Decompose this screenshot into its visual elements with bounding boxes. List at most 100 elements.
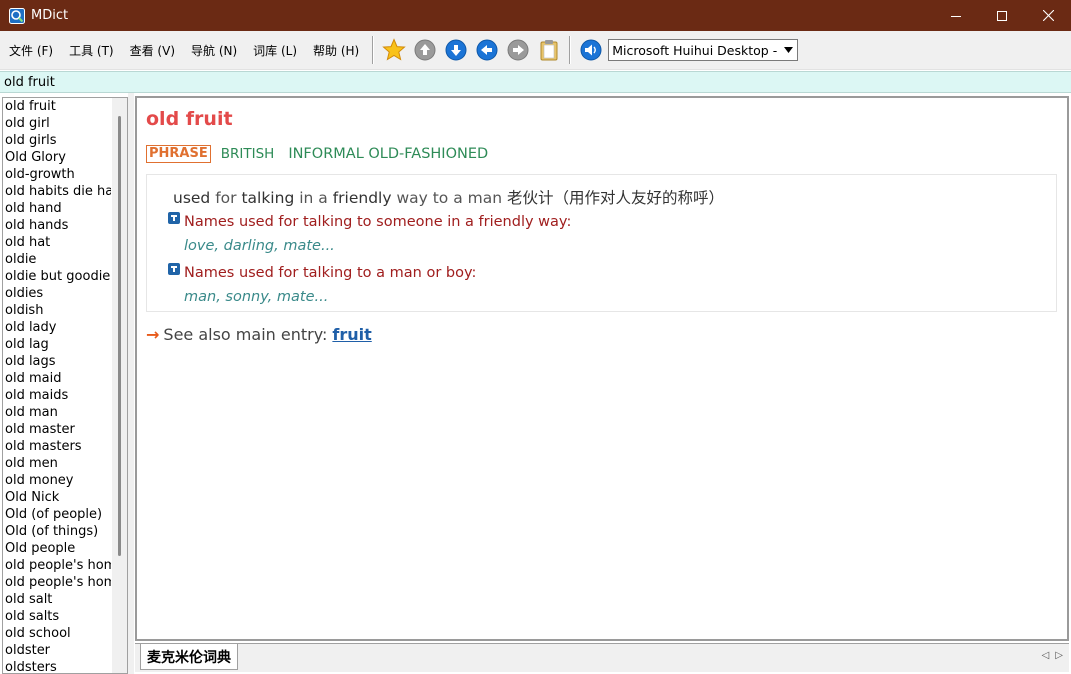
- definition-word[interactable]: in a: [294, 189, 332, 207]
- tab-next-icon[interactable]: ▷: [1055, 650, 1063, 661]
- entry-tags: PHRASE BRITISH INFORMAL OLD-FASHIONED: [146, 145, 488, 163]
- menu-view[interactable]: 查看 (V): [122, 39, 183, 61]
- definition-word[interactable]: used: [173, 189, 210, 207]
- clipboard-button[interactable]: [536, 37, 562, 63]
- word-list-item[interactable]: old masters: [3, 438, 111, 455]
- maximize-button[interactable]: [979, 0, 1025, 31]
- word-list-item[interactable]: oldster: [3, 642, 111, 659]
- arrow-right-icon: →: [146, 325, 160, 344]
- subsense-definition: Names used for talking to a man or boy:: [184, 265, 477, 281]
- word-list-item[interactable]: old salt: [3, 591, 111, 608]
- word-list-item[interactable]: Old (of people): [3, 506, 111, 523]
- word-list-scrollbar[interactable]: [112, 98, 127, 673]
- tab-navigation: ◁ ▷: [1042, 650, 1063, 661]
- word-list-item[interactable]: old hat: [3, 234, 111, 251]
- chevron-down-icon[interactable]: [779, 40, 798, 60]
- subsense-definition: Names used for talking to someone in a f…: [184, 214, 572, 230]
- back-button[interactable]: [474, 37, 500, 63]
- title-bar: MDict: [0, 0, 1071, 31]
- word-list-item[interactable]: old girls: [3, 132, 111, 149]
- toolbar-separator: [372, 36, 375, 64]
- speak-button[interactable]: [578, 37, 604, 63]
- word-list-item[interactable]: old maid: [3, 370, 111, 387]
- word-list-item[interactable]: Old (of things): [3, 523, 111, 540]
- definition-word[interactable]: friendly: [333, 189, 392, 207]
- word-list-item[interactable]: old hand: [3, 200, 111, 217]
- menu-help[interactable]: 帮助 (H): [305, 39, 367, 61]
- close-button[interactable]: [1025, 0, 1071, 31]
- menu-navigate[interactable]: 导航 (N): [183, 39, 245, 61]
- word-list-item[interactable]: old lady: [3, 319, 111, 336]
- word-list-item[interactable]: Old Glory: [3, 149, 111, 166]
- word-list-item[interactable]: old people's home: [3, 557, 111, 574]
- word-list-item[interactable]: oldish: [3, 302, 111, 319]
- word-list-item[interactable]: old money: [3, 472, 111, 489]
- word-list-item[interactable]: old maids: [3, 387, 111, 404]
- arrow-right-icon: [507, 39, 529, 61]
- word-list-item[interactable]: oldie: [3, 251, 111, 268]
- entry-headword: old fruit: [146, 108, 233, 130]
- see-also-label: See also main entry:: [163, 325, 328, 344]
- voice-select[interactable]: Microsoft Huihui Desktop - Chinese (Simp…: [608, 39, 799, 61]
- tab-prev-icon[interactable]: ◁: [1042, 650, 1050, 661]
- word-list-item[interactable]: oldies: [3, 285, 111, 302]
- word-list-item[interactable]: old-growth: [3, 166, 111, 183]
- word-list-item[interactable]: old lag: [3, 336, 111, 353]
- previous-entry-button[interactable]: [412, 37, 438, 63]
- region-tag: BRITISH: [220, 146, 275, 162]
- search-bar: [0, 71, 1071, 93]
- word-list-item[interactable]: old girl: [3, 115, 111, 132]
- register-tag: INFORMAL OLD-FASHIONED: [288, 146, 489, 162]
- sense-block: used for talking in a friendly way to a …: [146, 174, 1057, 312]
- word-list-item[interactable]: old men: [3, 455, 111, 472]
- word-list-item[interactable]: oldsters: [3, 659, 111, 673]
- word-list-item[interactable]: Old people: [3, 540, 111, 557]
- arrow-up-icon: [414, 39, 436, 61]
- word-list-item[interactable]: old master: [3, 421, 111, 438]
- word-list-item[interactable]: old hands: [3, 217, 111, 234]
- pane-splitter[interactable]: [128, 93, 134, 674]
- entry-content: old fruit PHRASE BRITISH INFORMAL OLD-FA…: [135, 96, 1069, 641]
- close-icon: [1042, 10, 1054, 21]
- minimize-button[interactable]: [933, 0, 979, 31]
- word-list-item[interactable]: old school: [3, 625, 111, 642]
- word-list-item[interactable]: oldie but goodie: [3, 268, 111, 285]
- menu-library[interactable]: 词库 (L): [245, 39, 305, 61]
- clipboard-icon: [540, 40, 558, 61]
- star-icon: [381, 38, 406, 61]
- menu-toolbar: 文件 (F) 工具 (T) 查看 (V) 导航 (N) 词库 (L) 帮助 (H…: [0, 31, 1071, 70]
- toolbar-separator: [569, 36, 572, 64]
- scrollbar-thumb[interactable]: [118, 116, 121, 556]
- word-list-item[interactable]: old people's homes: [3, 574, 111, 591]
- word-list-item[interactable]: old lags: [3, 353, 111, 370]
- word-list-item[interactable]: old man: [3, 404, 111, 421]
- window-title: MDict: [31, 8, 69, 23]
- subsense-examples: love, darling, mate...: [184, 238, 335, 254]
- forward-button[interactable]: [505, 37, 531, 63]
- word-list-item[interactable]: Old Nick: [3, 489, 111, 506]
- subsense-marker-icon: [168, 263, 180, 275]
- pos-tag: PHRASE: [146, 145, 211, 163]
- dictionary-tab-bar: 麦克米伦词典 ◁ ▷: [135, 643, 1069, 672]
- menu-tools[interactable]: 工具 (T): [61, 39, 122, 61]
- tab-macmillan[interactable]: 麦克米伦词典: [140, 644, 238, 670]
- subsense-examples: man, sonny, mate...: [184, 289, 329, 305]
- definition-word[interactable]: way to a man: [392, 189, 507, 207]
- word-list-item[interactable]: old habits die hard: [3, 183, 111, 200]
- next-entry-button[interactable]: [443, 37, 469, 63]
- favorite-button[interactable]: [381, 37, 407, 63]
- word-list: old fruit old girl old girls Old Glory old-g…: [2, 97, 128, 674]
- menu-file[interactable]: 文件 (F): [1, 39, 61, 61]
- window-controls: [933, 0, 1071, 31]
- arrow-down-icon: [445, 39, 467, 61]
- voice-select-value: Microsoft Huihui Desktop - Chinese (Simp…: [612, 42, 779, 58]
- definition-word[interactable]: for: [210, 189, 241, 207]
- see-also-link[interactable]: fruit: [332, 325, 371, 344]
- see-also: → See also main entry: fruit: [146, 325, 372, 344]
- search-input[interactable]: [0, 72, 1071, 92]
- definition-word[interactable]: talking: [241, 189, 294, 207]
- word-list-item[interactable]: old salts: [3, 608, 111, 625]
- speaker-icon: [580, 39, 602, 61]
- mdict-app-icon: [9, 7, 25, 24]
- word-list-item[interactable]: old fruit: [3, 98, 111, 115]
